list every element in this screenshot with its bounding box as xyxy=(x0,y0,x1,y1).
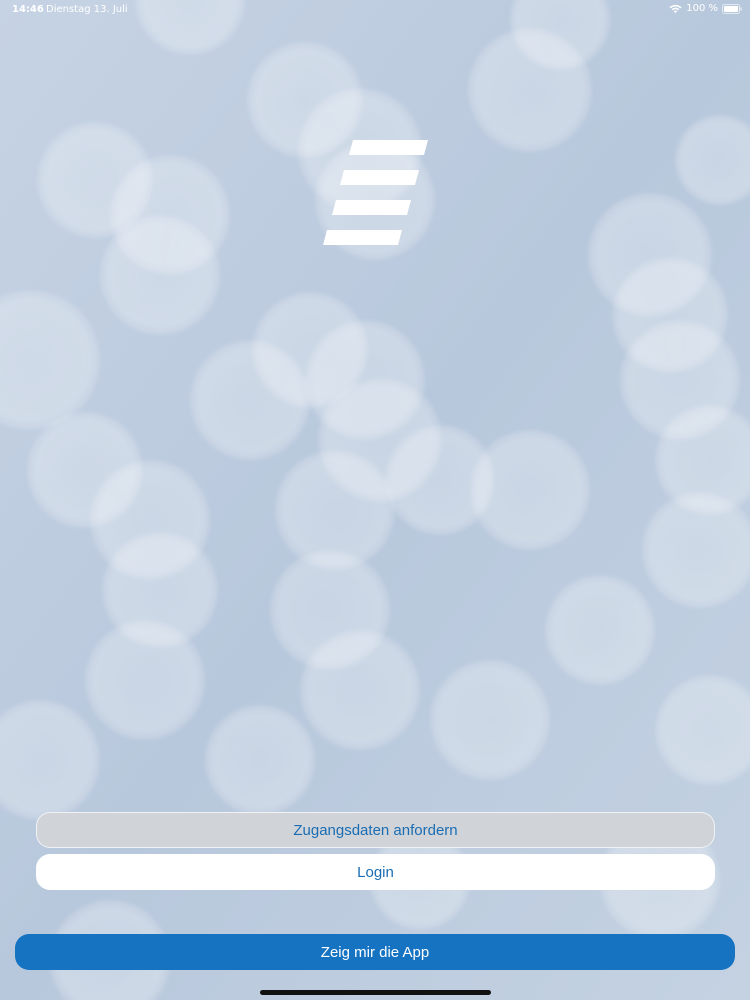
home-indicator[interactable] xyxy=(260,990,491,995)
status-bar: 14:46 Dienstag 13. Juli 100 % xyxy=(0,0,750,20)
stripes-logo-icon xyxy=(323,140,428,245)
status-date: Dienstag 13. Juli xyxy=(46,4,128,15)
login-button[interactable]: Login xyxy=(36,854,715,890)
welcome-screen: 14:46 Dienstag 13. Juli 100 % Zugangsdat… xyxy=(0,0,750,1000)
battery-percentage: 100 % xyxy=(686,3,718,14)
wifi-icon xyxy=(669,4,682,13)
status-indicators: 100 % xyxy=(669,3,742,14)
battery-icon xyxy=(722,3,742,14)
request-credentials-button[interactable]: Zugangsdaten anfordern xyxy=(36,812,715,848)
show-app-demo-button[interactable]: Zeig mir die App xyxy=(15,934,735,970)
status-time: 14:46 xyxy=(12,4,44,15)
